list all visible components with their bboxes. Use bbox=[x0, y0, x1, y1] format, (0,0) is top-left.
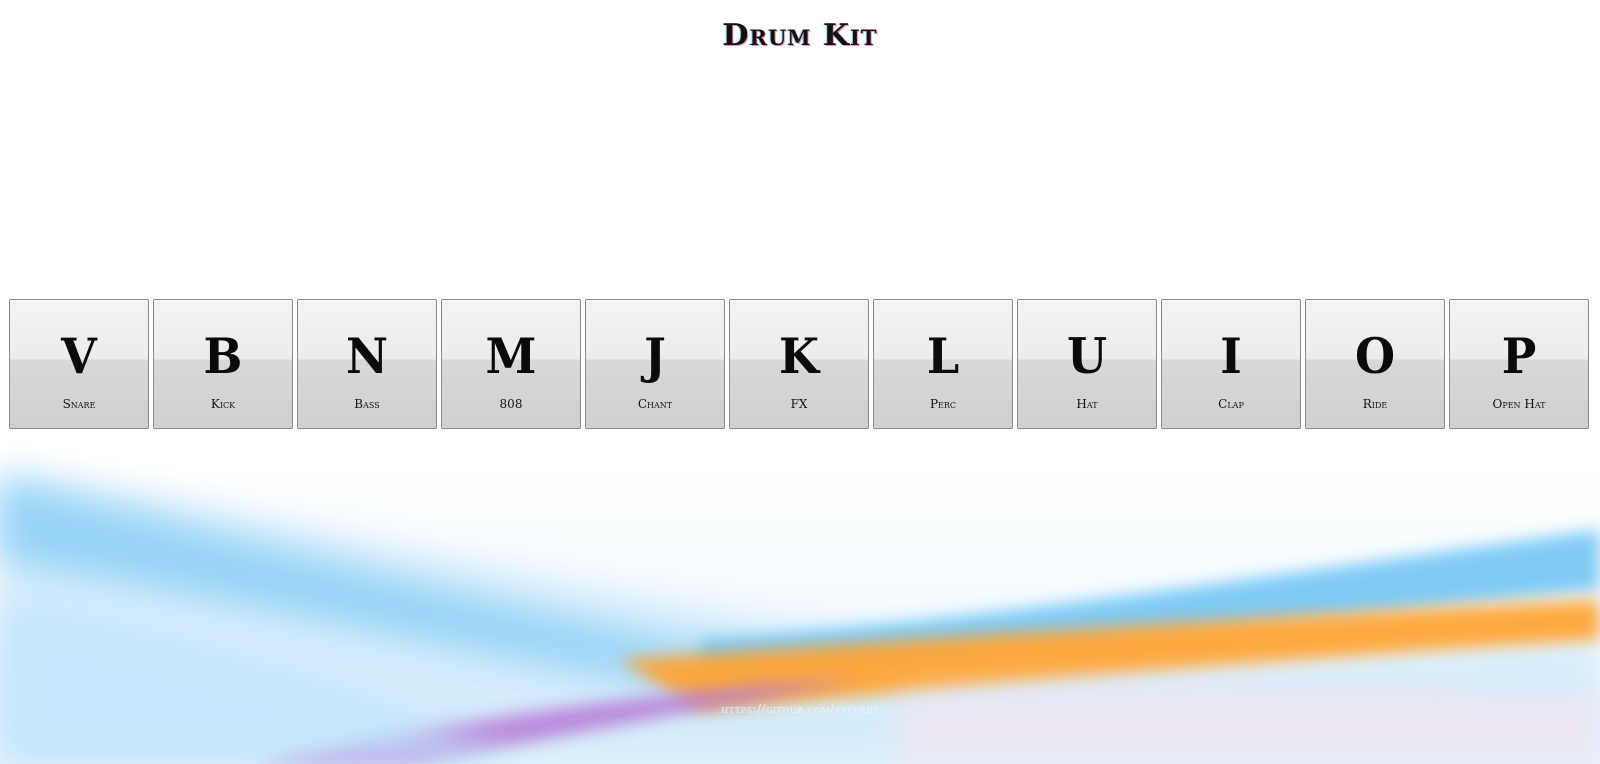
key-letter: N bbox=[345, 327, 389, 385]
key-sound-label: Kick bbox=[210, 397, 236, 411]
drum-keys: V Snare B Kick N Bass M 808 J Chant K FX… bbox=[9, 299, 1589, 429]
key-sound-label: Hat bbox=[1076, 397, 1098, 411]
title-watermark bbox=[0, 70, 1600, 145]
page-title: Drum Kit bbox=[722, 18, 878, 53]
key-sound-label: Bass bbox=[354, 397, 380, 411]
drum-key-k[interactable]: K FX bbox=[729, 299, 869, 429]
key-letter: B bbox=[203, 327, 243, 385]
key-sound-label: 808 bbox=[499, 397, 523, 411]
drum-key-l[interactable]: L Perc bbox=[873, 299, 1013, 429]
drum-key-v[interactable]: V Snare bbox=[9, 299, 149, 429]
key-sound-label: Chant bbox=[637, 397, 673, 411]
key-sound-label: Ride bbox=[1362, 397, 1388, 411]
key-sound-label: Open Hat bbox=[1492, 397, 1546, 411]
key-sound-label: Snare bbox=[62, 397, 96, 411]
key-sound-label: FX bbox=[790, 397, 808, 411]
drum-key-n[interactable]: N Bass bbox=[297, 299, 437, 429]
drum-key-j[interactable]: J Chant bbox=[585, 299, 725, 429]
key-letter: O bbox=[1354, 327, 1396, 385]
github-link[interactable]: https://github.com/xvferdy bbox=[0, 702, 1600, 716]
key-letter: L bbox=[926, 327, 960, 385]
key-letter: K bbox=[779, 327, 819, 385]
drum-key-i[interactable]: I Clap bbox=[1161, 299, 1301, 429]
key-letter: V bbox=[61, 327, 97, 385]
drum-key-o[interactable]: O Ride bbox=[1305, 299, 1445, 429]
key-letter: J bbox=[644, 327, 666, 385]
drum-key-b[interactable]: B Kick bbox=[153, 299, 293, 429]
drum-key-m[interactable]: M 808 bbox=[441, 299, 581, 429]
key-sound-label: Clap bbox=[1218, 397, 1244, 411]
key-letter: M bbox=[485, 327, 537, 385]
key-letter: U bbox=[1066, 327, 1108, 385]
key-letter: P bbox=[1501, 327, 1537, 385]
drum-key-u[interactable]: U Hat bbox=[1017, 299, 1157, 429]
key-letter: I bbox=[1220, 327, 1242, 385]
drum-key-p[interactable]: P Open Hat bbox=[1449, 299, 1589, 429]
key-sound-label: Perc bbox=[929, 397, 957, 411]
